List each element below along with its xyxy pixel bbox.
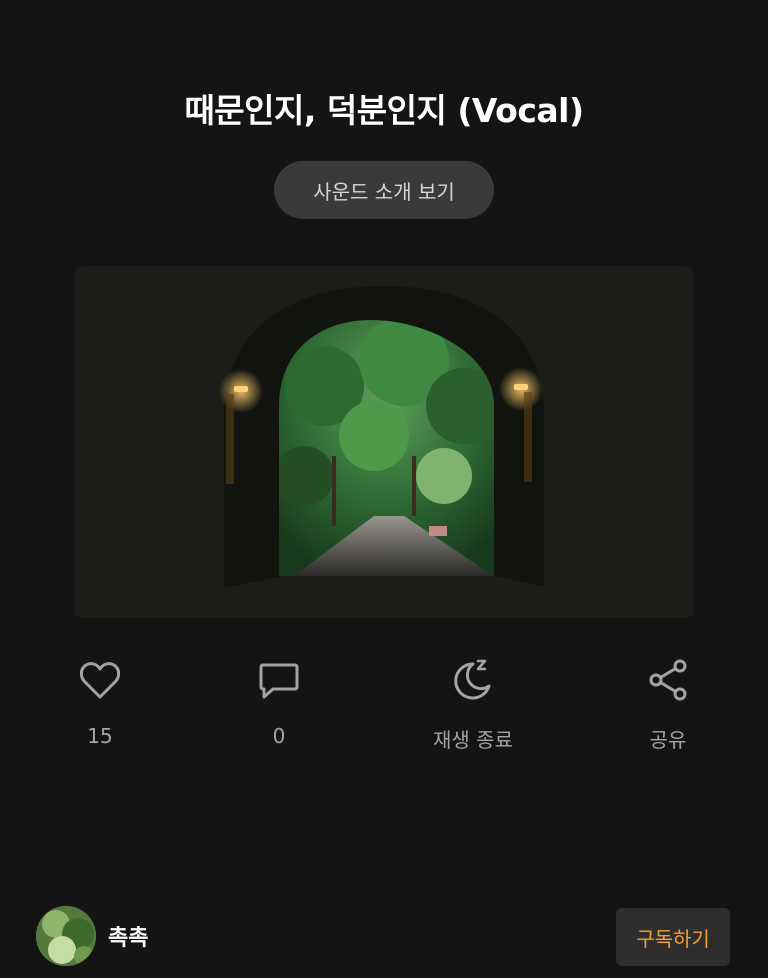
avatar[interactable] [36, 906, 96, 966]
moon-sleep-icon [454, 659, 491, 700]
subscribe-button[interactable]: 구독하기 [616, 908, 730, 966]
comment-count: 0 [272, 724, 286, 748]
sound-detail-screen: 때문인지, 덕분인지 (Vocal) 사운드 소개 보기 15 0 재생 종료 … [0, 0, 768, 978]
share-icon [649, 659, 687, 701]
sleep-timer-button[interactable]: 재생 종료 [413, 656, 533, 753]
share-label: 공유 [649, 728, 687, 752]
track-title: 때문인지, 덕분인지 (Vocal) [184, 91, 584, 130]
like-button[interactable]: 15 [40, 656, 160, 748]
comment-button[interactable]: 0 [219, 656, 339, 748]
share-button[interactable]: 공유 [608, 656, 728, 753]
sound-intro-button[interactable]: 사운드 소개 보기 [274, 161, 494, 219]
comment-icon [259, 663, 299, 699]
creator-name[interactable]: 촉촉 [108, 920, 148, 952]
action-bar: 15 0 재생 종료 공유 [0, 656, 768, 766]
creator-profile[interactable]: 촉촉 [36, 906, 148, 966]
heart-icon [79, 662, 121, 699]
sleep-timer-label: 재생 종료 [433, 728, 513, 752]
like-count: 15 [87, 724, 113, 748]
cover-image [74, 266, 694, 618]
